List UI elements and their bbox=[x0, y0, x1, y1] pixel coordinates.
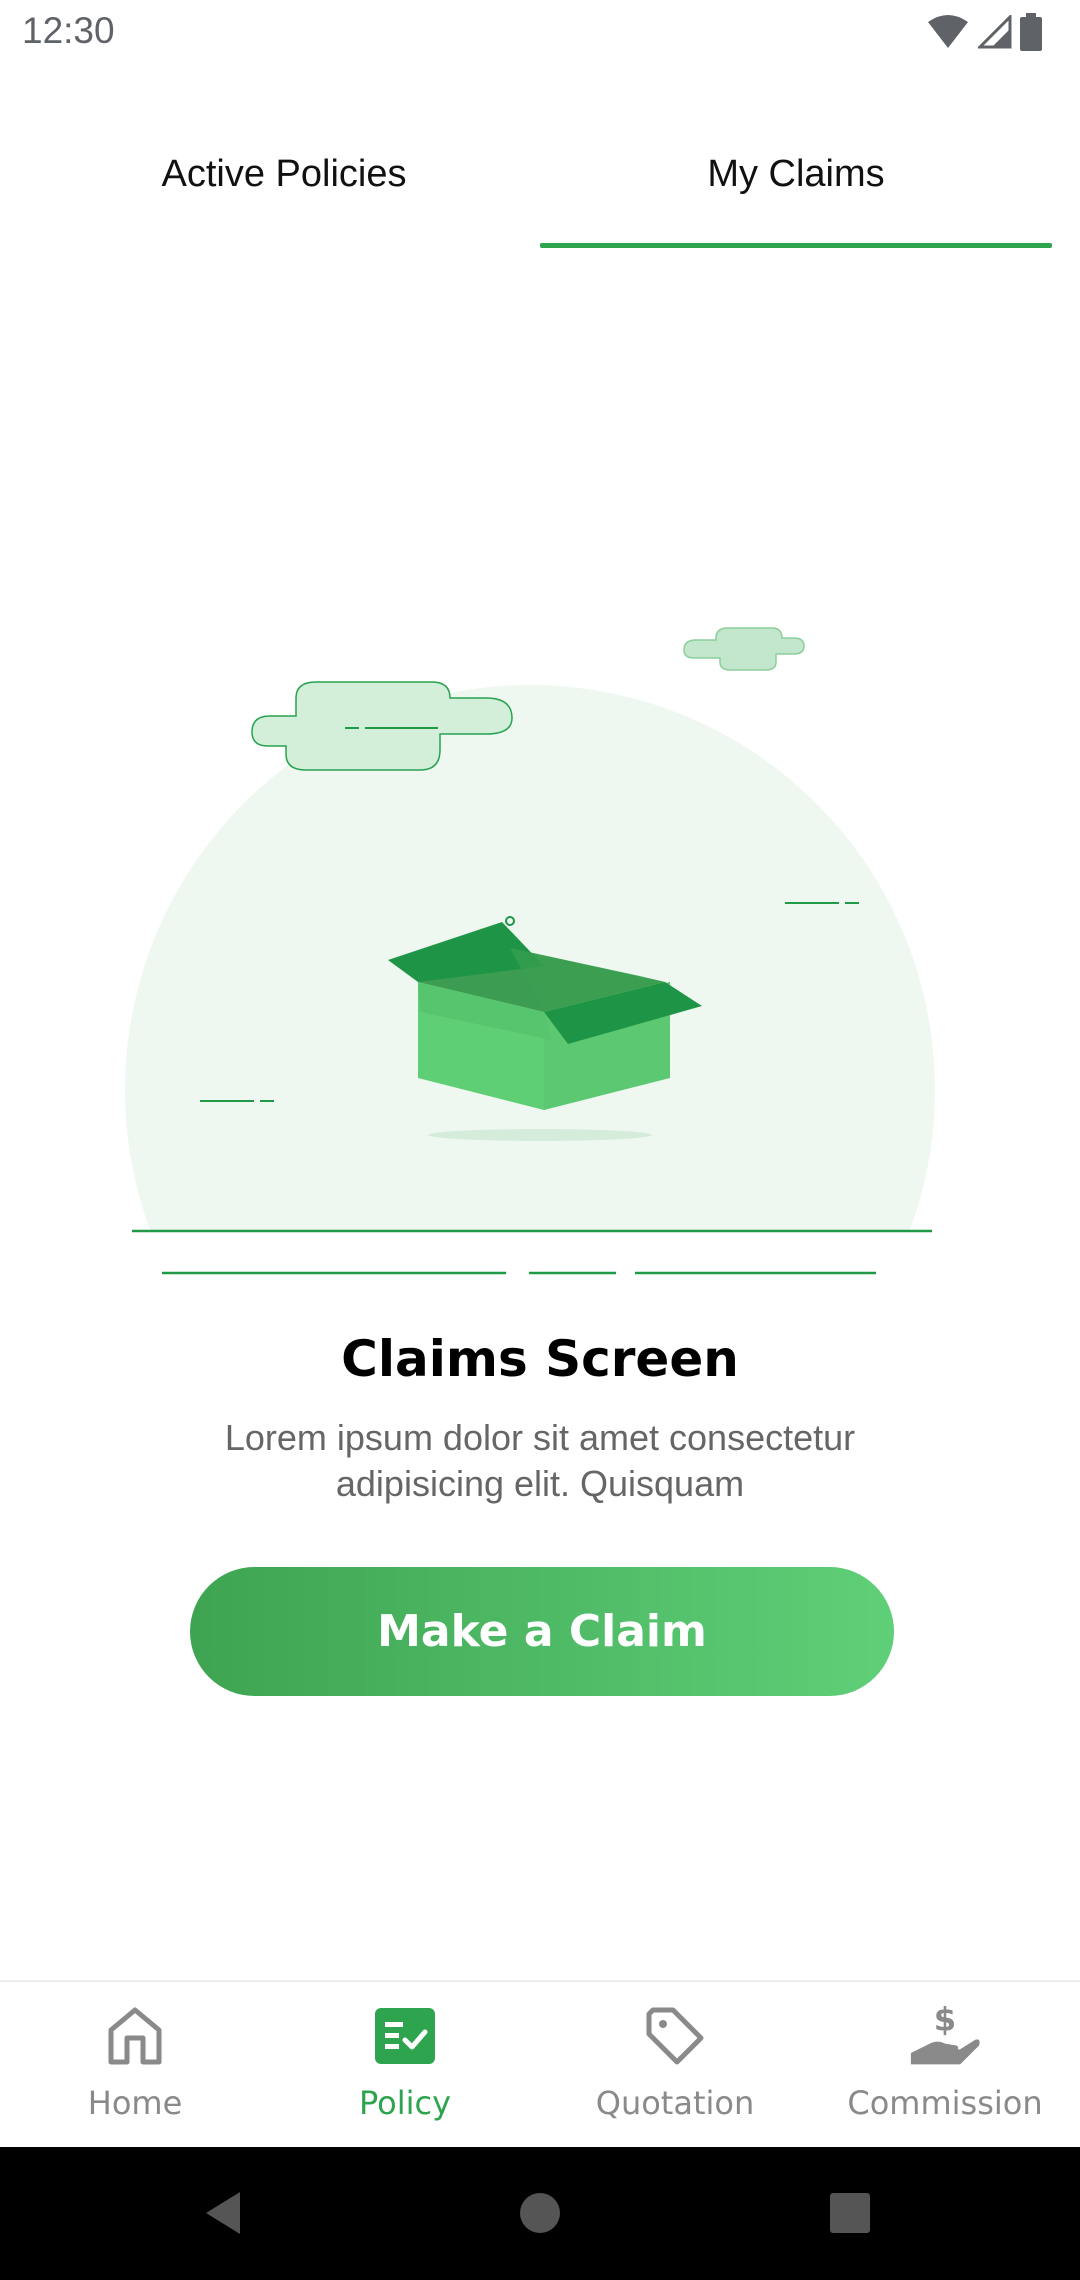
active-tab-indicator bbox=[540, 243, 1052, 248]
nav-item-quotation[interactable]: Quotation bbox=[540, 1982, 810, 2147]
commission-icon: $ bbox=[909, 2000, 981, 2072]
system-navigation-bar bbox=[0, 2147, 1080, 2280]
bottom-navigation: Home Policy Quotation $ Commission bbox=[0, 1980, 1080, 2147]
empty-claims-illustration bbox=[120, 570, 960, 1280]
tab-active-policies[interactable]: Active Policies bbox=[28, 130, 540, 218]
status-icons bbox=[926, 12, 1042, 56]
signal-icon bbox=[976, 12, 1012, 54]
tag-icon bbox=[639, 2000, 711, 2072]
status-bar: 12:30 bbox=[0, 0, 1080, 66]
nav-label: Quotation bbox=[595, 2084, 755, 2122]
page-description: Lorem ipsum dolor sit amet consectetur a… bbox=[224, 1417, 856, 1504]
tab-label: Active Policies bbox=[161, 152, 407, 195]
status-time: 12:30 bbox=[22, 10, 115, 51]
battery-icon bbox=[1020, 12, 1042, 56]
recents-icon[interactable] bbox=[814, 2177, 886, 2249]
back-icon[interactable] bbox=[188, 2177, 260, 2249]
home-circle-icon[interactable] bbox=[504, 2177, 576, 2249]
make-a-claim-button[interactable]: Make a Claim bbox=[190, 1567, 894, 1696]
tab-my-claims[interactable]: My Claims bbox=[540, 130, 1052, 248]
svg-text:$: $ bbox=[934, 2000, 956, 2038]
tab-label: My Claims bbox=[707, 152, 885, 195]
home-icon bbox=[99, 2000, 171, 2072]
wifi-icon bbox=[926, 14, 970, 55]
nav-label: Home bbox=[87, 2084, 183, 2122]
nav-label: Policy bbox=[358, 2084, 452, 2122]
nav-item-home[interactable]: Home bbox=[0, 1982, 270, 2147]
nav-item-policy[interactable]: Policy bbox=[270, 1982, 540, 2147]
nav-item-commission[interactable]: $ Commission bbox=[810, 1982, 1080, 2147]
nav-label: Commission bbox=[847, 2084, 1043, 2122]
page-title: Claims Screen bbox=[341, 1330, 739, 1388]
open-box-illustration bbox=[125, 627, 936, 1275]
tab-bar: Active Policies My Claims bbox=[28, 130, 1052, 248]
policy-icon bbox=[369, 2000, 441, 2072]
